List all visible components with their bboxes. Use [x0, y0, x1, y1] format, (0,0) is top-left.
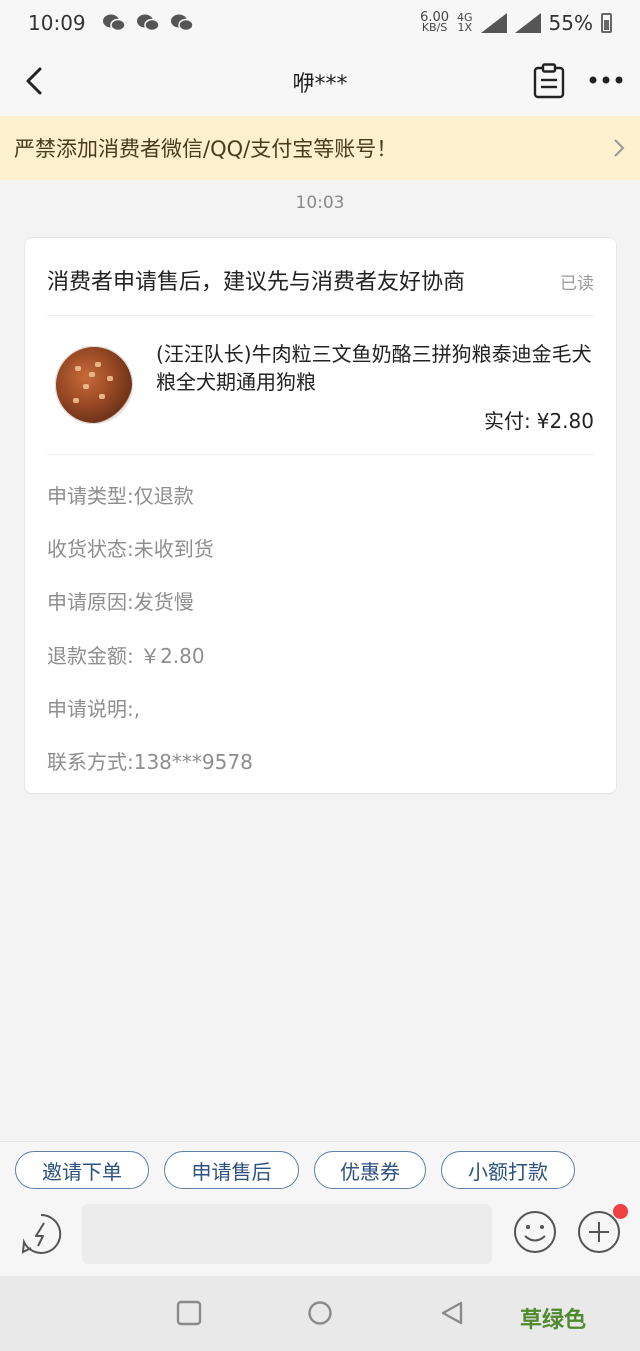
refund-amount: 退款金额: ￥2.80 [47, 644, 205, 668]
coupon-button[interactable]: 优惠券 [314, 1151, 426, 1189]
request-description: 申请说明:, [47, 697, 141, 721]
signal-icon [514, 13, 541, 33]
wechat-icon [136, 14, 160, 32]
signal-icon [480, 13, 507, 33]
paid-amount: 实付: ¥2.80 [483, 409, 594, 433]
wechat-icon [102, 14, 126, 32]
product-name[interactable]: (汪汪队长)牛肉粒三文鱼奶酪三拼狗粮泰迪金毛犬粮全犬期通用狗粮 [156, 340, 596, 396]
card-title: 消费者申请售后，建议先与消费者友好协商 [47, 270, 466, 295]
back-triangle-icon[interactable] [439, 1300, 465, 1326]
input-bar [0, 1198, 640, 1276]
apply-after-sale-button[interactable]: 申请售后 [164, 1151, 299, 1189]
emoji-icon[interactable] [513, 1210, 557, 1254]
quick-actions: 邀请下单 申请售后 优惠券 小额打款 [0, 1141, 640, 1198]
more-icon[interactable] [588, 74, 624, 86]
watermark: 草绿色 [520, 1308, 587, 1333]
lightning-icon[interactable] [19, 1212, 63, 1256]
divider [47, 315, 594, 316]
network-type: 4G 1X [457, 11, 473, 34]
battery-icon [601, 13, 612, 33]
message-timestamp: 10:03 [295, 193, 345, 213]
request-reason: 申请原因:发货慢 [47, 590, 194, 614]
status-bar: 10:09 6.00 KB/S 4G 1X 55% [0, 0, 640, 46]
wechat-icon [170, 14, 194, 32]
nav-bar: 咿*** [0, 46, 640, 116]
warning-banner[interactable]: 严禁添加消费者微信/QQ/支付宝等账号！ [0, 116, 640, 180]
warning-text: 严禁添加消费者微信/QQ/支付宝等账号！ [14, 137, 398, 161]
status-time: 10:09 [28, 11, 86, 35]
battery-percent: 55% [548, 11, 593, 35]
contact-info: 联系方式:138***9578 [47, 750, 253, 774]
small-payment-button[interactable]: 小额打款 [441, 1151, 575, 1189]
message-input[interactable] [82, 1204, 492, 1264]
net-speed: 6.00 KB/S [420, 10, 450, 34]
clipboard-icon[interactable] [532, 63, 566, 99]
notification-badge [613, 1204, 628, 1219]
chevron-right-icon [614, 139, 625, 157]
home-icon[interactable] [307, 1300, 333, 1326]
request-type: 申请类型:仅退款 [47, 484, 194, 508]
read-status: 已读 [560, 274, 594, 294]
receipt-status: 收货状态:未收到货 [47, 537, 214, 561]
after-sale-card[interactable]: 消费者申请售后，建议先与消费者友好协商 已读 (汪汪队长)牛肉粒三文鱼奶酪三拼狗… [24, 237, 617, 794]
divider [47, 454, 594, 455]
recent-apps-icon[interactable] [176, 1300, 202, 1326]
product-image[interactable] [55, 346, 133, 424]
invite-order-button[interactable]: 邀请下单 [15, 1151, 149, 1189]
